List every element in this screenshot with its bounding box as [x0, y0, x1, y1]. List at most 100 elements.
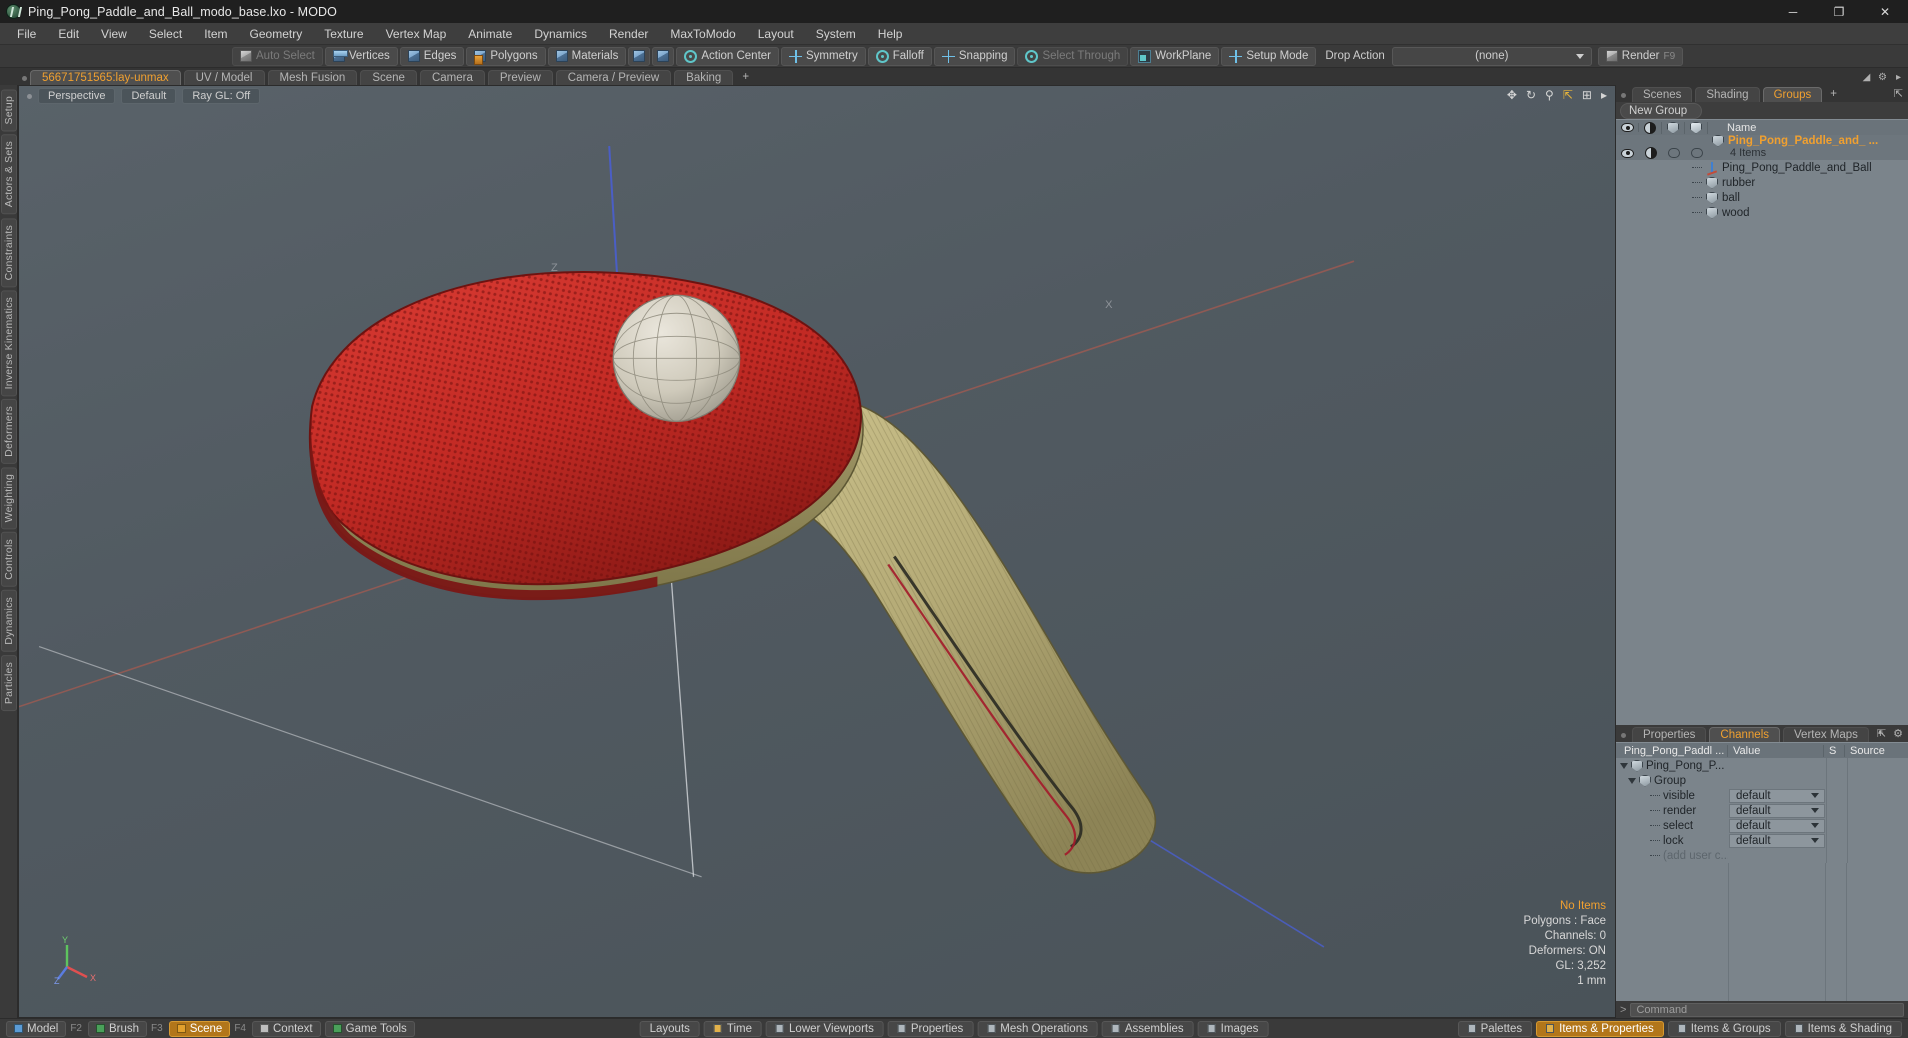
- rail-tab-dynamics[interactable]: Dynamics: [0, 590, 17, 652]
- menu-item[interactable]: Item: [193, 24, 238, 44]
- mode-game-tools-button[interactable]: Game Tools: [324, 1020, 415, 1037]
- menu-render[interactable]: Render: [598, 24, 659, 44]
- viewport-raygl-toggle[interactable]: Ray GL: Off: [182, 88, 261, 104]
- rail-tab-inverse-kinematics[interactable]: Inverse Kinematics: [0, 289, 17, 397]
- menu-file[interactable]: File: [6, 24, 47, 44]
- zoom-icon[interactable]: ⚲: [1545, 89, 1554, 101]
- items-and-shading-button[interactable]: Items & Shading: [1784, 1020, 1902, 1037]
- channels-empty-space[interactable]: [1616, 863, 1908, 1001]
- menu-icon[interactable]: ▸: [1601, 89, 1607, 101]
- channels-gear-icon[interactable]: ⚙: [1893, 727, 1903, 740]
- expand-icon[interactable]: ◢: [1861, 72, 1872, 83]
- tab-camera-preview[interactable]: Camera / Preview: [555, 70, 672, 85]
- rotate-icon[interactable]: ↻: [1526, 89, 1536, 101]
- rail-tab-setup[interactable]: Setup: [0, 89, 17, 132]
- materials-button[interactable]: Materials: [547, 46, 627, 66]
- tab-add-button[interactable]: +: [736, 70, 755, 85]
- viewport-shading-selector[interactable]: Default: [121, 88, 177, 104]
- palettes-button[interactable]: Palettes: [1457, 1020, 1533, 1037]
- select-through-button[interactable]: Select Through: [1017, 46, 1129, 66]
- rail-tab-controls[interactable]: Controls: [0, 532, 17, 588]
- edges-button[interactable]: Edges: [399, 46, 465, 66]
- time-button[interactable]: Time: [703, 1020, 763, 1037]
- drop-action-dropdown[interactable]: (none): [1391, 46, 1592, 66]
- minimize-button[interactable]: ─: [1770, 0, 1816, 23]
- row-render-toggle[interactable]: [1639, 146, 1662, 161]
- rail-tab-weighting[interactable]: Weighting: [0, 467, 17, 530]
- menu-dynamics[interactable]: Dynamics: [523, 24, 598, 44]
- channel-value-dropdown[interactable]: default: [1729, 803, 1825, 818]
- pivot-button[interactable]: [628, 46, 651, 66]
- channel-value-dropdown[interactable]: default: [1729, 788, 1825, 803]
- auto-select-button[interactable]: Auto Select: [232, 46, 323, 66]
- col-select[interactable]: [1662, 121, 1685, 134]
- viewport-view-selector[interactable]: Perspective: [38, 88, 116, 104]
- snapping-button[interactable]: Snapping: [933, 46, 1016, 66]
- menu-system[interactable]: System: [805, 24, 867, 44]
- channels-expand-icon[interactable]: ⇱: [1877, 727, 1886, 740]
- viewport-panel[interactable]: Z X Perspective Default Ray GL: Off ✥ ↻ …: [18, 85, 1616, 1018]
- rail-tab-particles[interactable]: Particles: [0, 654, 17, 711]
- menu-texture[interactable]: Texture: [313, 24, 374, 44]
- tab-groups[interactable]: Groups: [1762, 87, 1823, 102]
- fit-icon[interactable]: ⇱: [1563, 89, 1573, 101]
- 3d-viewport[interactable]: Z X Perspective Default Ray GL: Off ✥ ↻ …: [19, 86, 1615, 1017]
- row-select-toggle[interactable]: [1662, 146, 1685, 161]
- mesh-operations-button[interactable]: Mesh Operations: [977, 1020, 1098, 1037]
- table-row[interactable]: Ping_Pong_P...: [1616, 758, 1908, 773]
- layouts-button[interactable]: Layouts: [639, 1020, 700, 1037]
- table-row[interactable]: visible default: [1616, 788, 1908, 803]
- gear-icon[interactable]: ⚙: [1877, 72, 1888, 83]
- list-item[interactable]: wood: [1616, 205, 1908, 220]
- menu-geometry[interactable]: Geometry: [239, 24, 314, 44]
- command-input[interactable]: Command: [1630, 1002, 1904, 1017]
- images-button[interactable]: Images: [1197, 1020, 1269, 1037]
- tab-channels[interactable]: Channels: [1709, 727, 1781, 742]
- mode-brush-button[interactable]: Brush: [88, 1020, 148, 1037]
- tab-lay-unmax[interactable]: 56671751565:lay-unmax: [30, 70, 181, 85]
- table-row[interactable]: Group: [1616, 773, 1908, 788]
- tab-mesh-fusion[interactable]: Mesh Fusion: [267, 70, 358, 85]
- action-center-button[interactable]: Action Center: [676, 46, 780, 66]
- menu-maxtomodo[interactable]: MaxToModo: [659, 24, 746, 44]
- render-button[interactable]: Render F9: [1597, 46, 1684, 66]
- menu-vertex-map[interactable]: Vertex Map: [375, 24, 458, 44]
- pan-icon[interactable]: ✥: [1507, 89, 1517, 101]
- group-tree-empty-space[interactable]: [1616, 220, 1908, 725]
- groups-expand-icon[interactable]: ⇱: [1894, 87, 1903, 100]
- table-row[interactable]: select default: [1616, 818, 1908, 833]
- menu-animate[interactable]: Animate: [457, 24, 523, 44]
- list-item[interactable]: ball: [1616, 190, 1908, 205]
- setup-mode-button[interactable]: Setup Mode: [1221, 46, 1317, 66]
- tab-camera[interactable]: Camera: [419, 70, 485, 85]
- rail-tab-deformers[interactable]: Deformers: [0, 399, 17, 465]
- properties-button[interactable]: Properties: [887, 1020, 974, 1037]
- polygons-button[interactable]: Polygons: [466, 46, 546, 66]
- list-item[interactable]: rubber: [1616, 175, 1908, 190]
- assemblies-button[interactable]: Assemblies: [1101, 1020, 1194, 1037]
- col-visibility[interactable]: [1616, 123, 1639, 132]
- lower-viewports-button[interactable]: Lower Viewports: [766, 1020, 884, 1037]
- channel-value-dropdown[interactable]: default: [1729, 818, 1825, 833]
- rail-tab-actors-sets[interactable]: Actors & Sets: [0, 134, 17, 215]
- menu-layout[interactable]: Layout: [747, 24, 805, 44]
- expand-triangle-icon[interactable]: [1620, 762, 1628, 769]
- tab-scenes[interactable]: Scenes: [1632, 87, 1693, 102]
- groups-tab-add-button[interactable]: +: [1825, 87, 1842, 102]
- menu-edit[interactable]: Edit: [47, 24, 90, 44]
- items-and-properties-button[interactable]: Items & Properties: [1536, 1020, 1664, 1037]
- menu-view[interactable]: View: [90, 24, 138, 44]
- more-icon[interactable]: ⊞: [1582, 89, 1592, 101]
- channel-value-dropdown[interactable]: default: [1729, 833, 1825, 848]
- group-row-top[interactable]: Ping_Pong_Paddle_and_ ...: [1616, 134, 1908, 147]
- center-button[interactable]: [652, 46, 675, 66]
- items-and-groups-button[interactable]: Items & Groups: [1667, 1020, 1781, 1037]
- row-visibility-toggle[interactable]: [1616, 146, 1639, 161]
- mode-model-button[interactable]: Model: [6, 1020, 67, 1037]
- menu-help[interactable]: Help: [867, 24, 914, 44]
- tab-preview[interactable]: Preview: [487, 70, 553, 85]
- mode-context-button[interactable]: Context: [252, 1020, 321, 1037]
- col-lock[interactable]: [1685, 121, 1708, 134]
- table-row[interactable]: (add user c...: [1616, 848, 1908, 863]
- workplane-button[interactable]: WorkPlane: [1130, 46, 1220, 66]
